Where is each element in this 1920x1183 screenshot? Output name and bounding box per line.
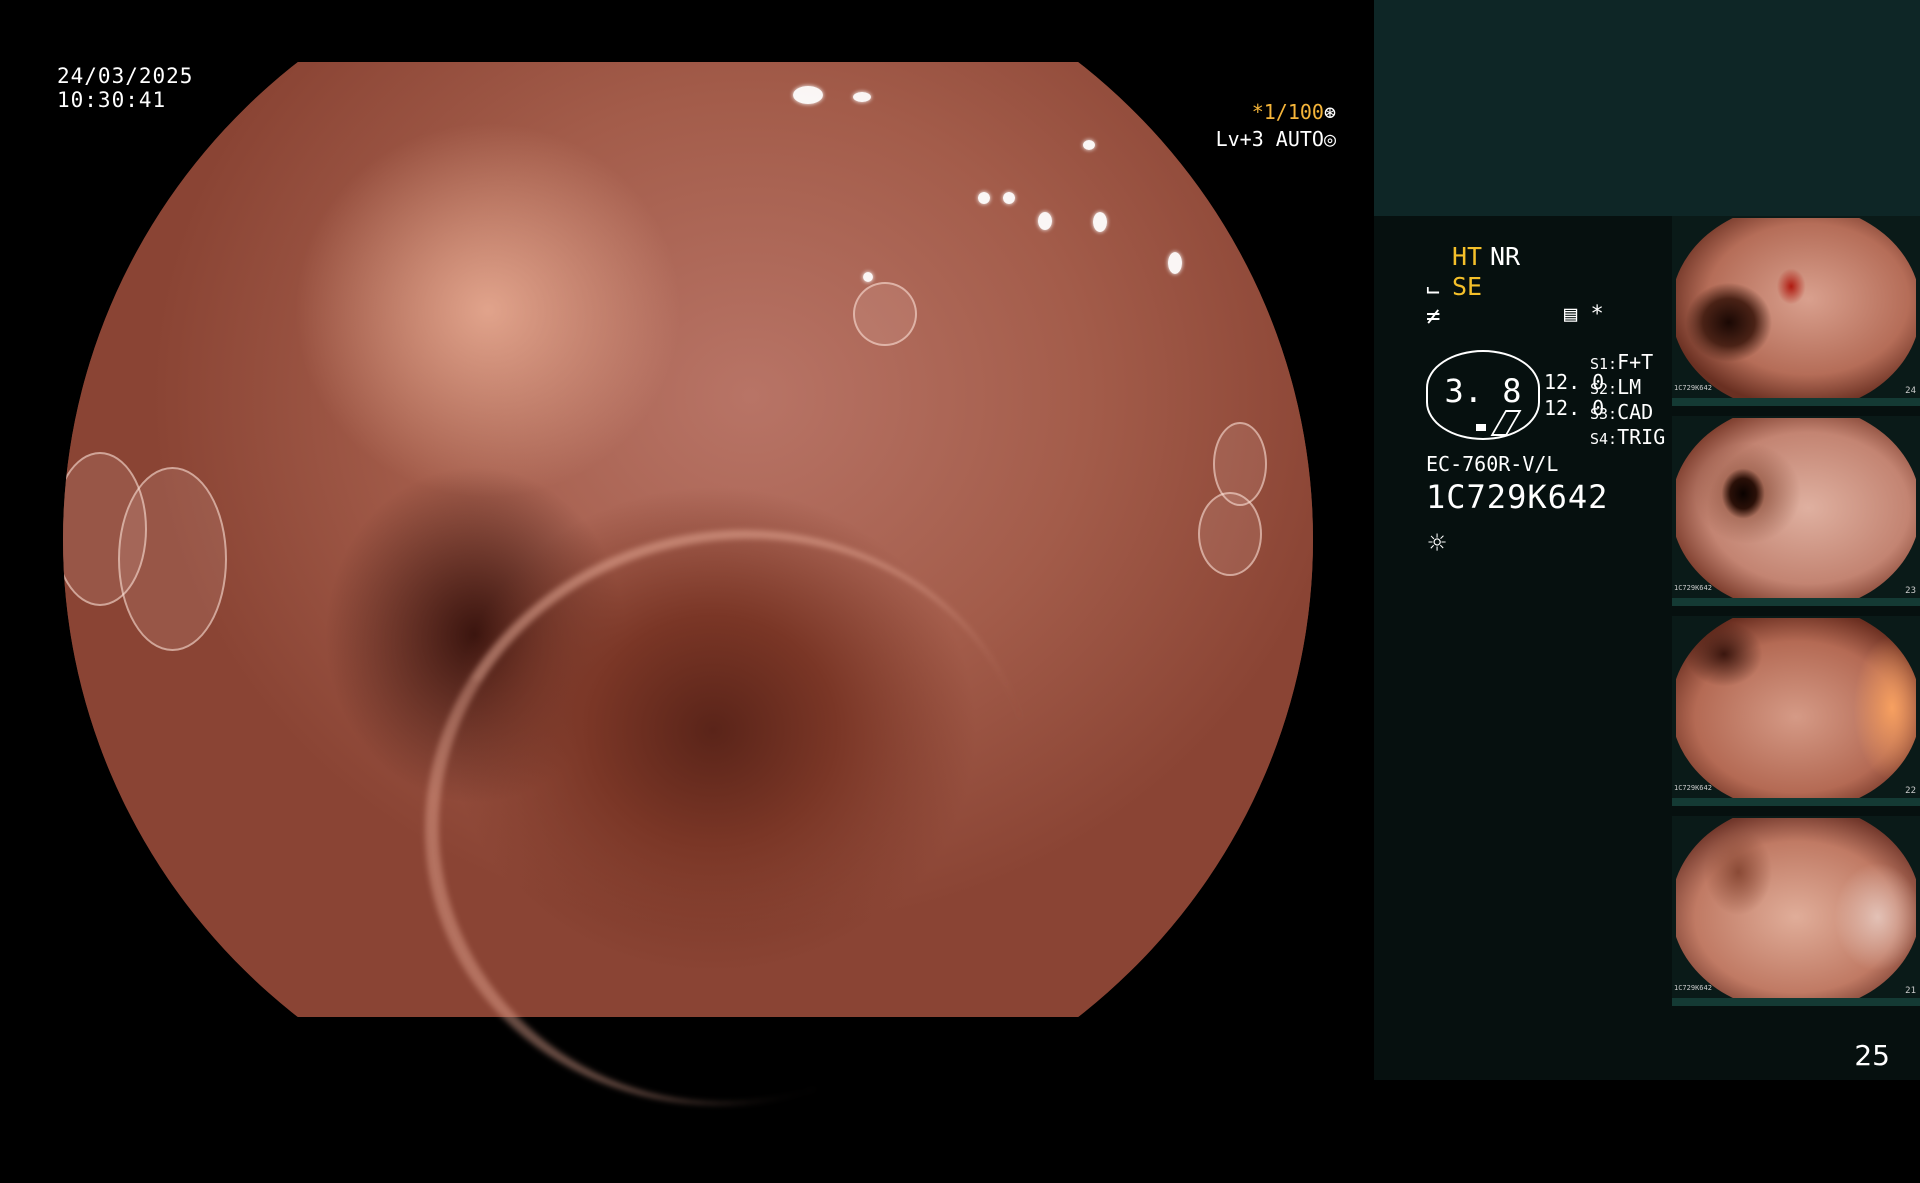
- bubble: [853, 282, 917, 346]
- scope-serial-number: 1C729K642: [1426, 478, 1609, 516]
- image-count: 25: [1854, 1039, 1890, 1072]
- light-reflection: [978, 192, 990, 204]
- light-reflection: [793, 86, 823, 104]
- thumbnail-serial: 1C729K642: [1674, 584, 1712, 592]
- processor-settings: HT NR ⨽ SE ≠ ▤ * 3. 8 12. 0 12. 0 S1:F+T…: [1400, 230, 1690, 570]
- light-reflection: [1083, 140, 1095, 150]
- auto-exposure-icon: ◎: [1323, 127, 1336, 151]
- light-reflection: [853, 92, 871, 102]
- thumbnail-strip: [1672, 598, 1920, 606]
- mucosal-fold: [349, 451, 1111, 1151]
- magnification-gauge: 3. 8: [1426, 350, 1540, 440]
- switch-slot-4: S4:TRIG: [1590, 425, 1666, 449]
- date-readout: 24/03/2025: [57, 64, 194, 88]
- shutter-readout: *1/100⊛: [1252, 100, 1336, 124]
- thumbnail-number: 22: [1905, 786, 1916, 796]
- shutter-icon: ⊛: [1323, 100, 1336, 124]
- filter-icon: ≠: [1426, 302, 1441, 330]
- light-reflection: [863, 272, 873, 282]
- scope-model: EC-760R-V/L: [1426, 452, 1559, 476]
- captured-thumbnail[interactable]: 1C729K642 24: [1672, 216, 1920, 406]
- thumbnail-strip: [1672, 398, 1920, 406]
- settings-icons: ▤ *: [1564, 302, 1604, 327]
- gauge-value: 3. 8: [1444, 372, 1522, 410]
- captured-thumbnail[interactable]: 1C729K642 23: [1672, 416, 1920, 606]
- time-readout: 10:30:41: [57, 88, 167, 112]
- thumbnail-serial: 1C729K642: [1674, 384, 1712, 392]
- light-source-icon: ☼: [1428, 526, 1447, 561]
- switch-slot-3: S3:CAD: [1590, 400, 1654, 424]
- endoscopy-image: [63, 62, 1313, 1151]
- switch-slot-2: S2:LM: [1590, 375, 1642, 399]
- structure-enhance-icon: ⨽: [1426, 272, 1441, 300]
- light-reflection: [1003, 192, 1015, 204]
- thumbnail-image: [1676, 218, 1916, 398]
- brightness-level-readout: Lv+3 AUTO◎: [1216, 127, 1336, 151]
- light-reflection: [1168, 252, 1182, 274]
- thumbnail-serial: 1C729K642: [1674, 784, 1712, 792]
- captured-thumbnail[interactable]: 1C729K642 21: [1672, 816, 1920, 1006]
- mode-ht: HT: [1452, 242, 1483, 271]
- thumbnail-number: 23: [1905, 586, 1916, 596]
- thumbnail-number: 21: [1905, 986, 1916, 996]
- light-reflection: [1093, 212, 1107, 232]
- panel-header-area: [1374, 0, 1920, 216]
- mode-nr: NR: [1490, 242, 1521, 271]
- gauge-marker: [1476, 424, 1486, 431]
- thumbnail-image: [1676, 418, 1916, 598]
- thumbnail-strip: [1672, 798, 1920, 806]
- captured-thumbnail[interactable]: 1C729K642 22: [1672, 616, 1920, 806]
- endoscope-main-view: 24/03/2025 10:30:41 *1/100⊛ Lv+3 AUTO◎: [0, 0, 1374, 1151]
- gauge-indicator-icon: [1490, 410, 1522, 436]
- switch-slot-1: S1:F+T: [1590, 350, 1654, 374]
- mode-se: SE: [1452, 272, 1483, 301]
- level-value: Lv+3 AUTO: [1215, 127, 1324, 151]
- light-reflection: [1038, 212, 1052, 230]
- thumbnail-image: [1676, 618, 1916, 798]
- bubble: [1198, 492, 1262, 576]
- thumbnail-strip: [1672, 998, 1920, 1006]
- thumbnail-number: 24: [1905, 386, 1916, 396]
- shutter-value: *1/100: [1251, 100, 1324, 124]
- bubble: [63, 452, 147, 606]
- thumbnail-serial: 1C729K642: [1674, 984, 1712, 992]
- thumbnail-image: [1676, 818, 1916, 998]
